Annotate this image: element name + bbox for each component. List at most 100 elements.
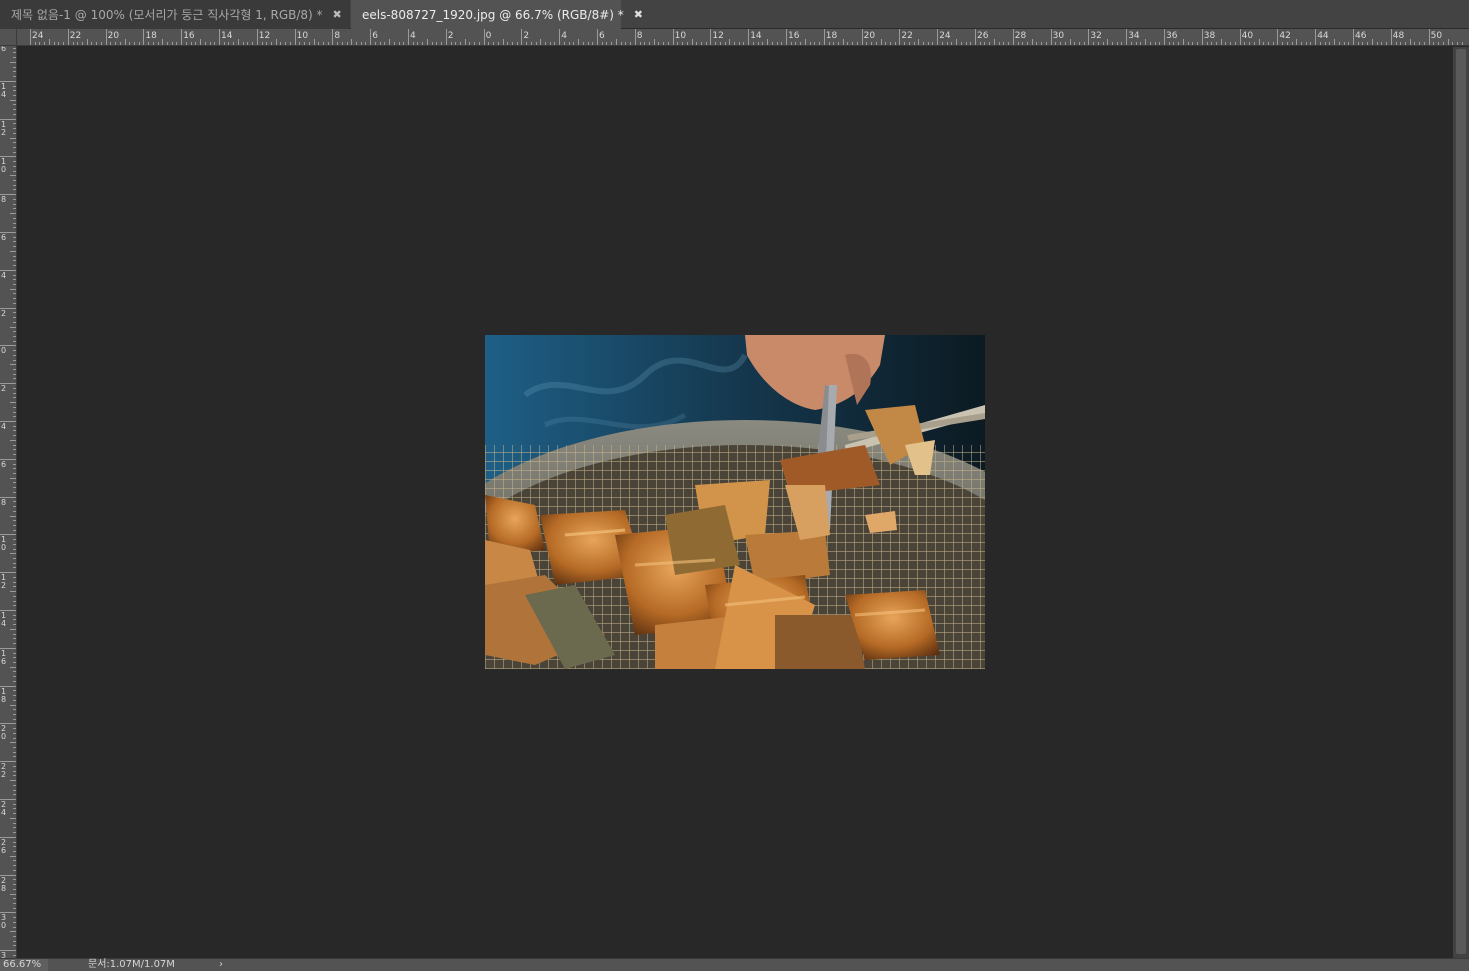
ruler-minor-tick	[115, 42, 117, 45]
close-icon[interactable]: ✖	[634, 8, 643, 21]
ruler-minor-tick	[138, 42, 140, 45]
ruler-minor-tick	[1083, 42, 1085, 45]
ruler-label: 38	[1203, 31, 1216, 41]
ruler-minor-tick	[10, 817, 16, 819]
zoom-level-field[interactable]: 66.67%	[0, 959, 48, 971]
ruler-label: 6	[1, 459, 7, 469]
ruler-minor-tick	[13, 907, 16, 909]
ruler-origin-corner[interactable]	[0, 29, 17, 46]
ruler-minor-tick	[119, 42, 121, 45]
photo-grilled-eel-icon	[485, 335, 985, 669]
document-image[interactable]	[485, 335, 985, 669]
vertical-ruler[interactable]: 6 14 12 10 8 6 4 2 0 2 4 6 8 10 12 14 16 18 20 22 24 26 28 30 3	[0, 46, 17, 958]
ruler-minor-tick	[13, 888, 16, 890]
ruler-tick	[634, 29, 636, 45]
ruler-minor-tick	[13, 170, 16, 172]
ruler-minor-tick	[13, 936, 16, 938]
ruler-minor-tick	[48, 39, 50, 45]
ruler-minor-tick	[1376, 42, 1378, 45]
ruler-minor-tick	[13, 775, 16, 777]
ruler-minor-tick	[450, 42, 452, 45]
ruler-minor-tick	[13, 47, 16, 49]
ruler-minor-tick	[582, 42, 584, 45]
ruler-tick	[219, 29, 220, 45]
ruler-label: 14	[1, 81, 7, 99]
ruler-minor-tick	[13, 605, 16, 607]
ruler-minor-tick	[280, 42, 282, 45]
ruler-minor-tick	[497, 42, 499, 45]
ruler-tick	[1126, 29, 1128, 45]
ruler-minor-tick	[77, 42, 79, 45]
ruler-minor-tick	[1130, 42, 1132, 45]
ruler-minor-tick	[13, 487, 16, 489]
ruler-minor-tick	[13, 728, 16, 730]
ruler-minor-tick	[762, 42, 764, 45]
ruler-minor-tick	[1442, 42, 1444, 45]
tab-eels-jpg[interactable]: eels-808727_1920.jpg @ 66.7% (RGB/8#) * …	[351, 0, 643, 29]
ruler-minor-tick	[13, 690, 16, 692]
ruler-minor-tick	[441, 42, 443, 45]
ruler-minor-tick	[1338, 42, 1340, 45]
ruler-label: 8	[636, 31, 643, 41]
ruler-label: 18	[825, 31, 838, 41]
ruler-minor-tick	[1173, 42, 1175, 45]
horizontal-ruler[interactable]: 24 22 20 18 16 14 12 10 8 6 4 2 0 2 4 6 8 10 12 14 16 18 20 22 2…	[17, 29, 1469, 46]
ruler-tick	[597, 29, 598, 45]
ruler-minor-tick	[951, 42, 953, 45]
ruler-minor-tick	[1102, 42, 1104, 45]
ruler-minor-tick	[13, 865, 16, 867]
ruler-minor-tick	[13, 283, 16, 285]
ruler-minor-tick	[13, 454, 16, 456]
ruler-minor-tick	[44, 42, 46, 45]
ruler-tick	[1353, 29, 1354, 45]
vertical-scrollbar[interactable]	[1453, 47, 1469, 958]
ruler-minor-tick	[13, 425, 16, 427]
ruler-minor-tick	[814, 42, 816, 45]
ruler-minor-tick	[1423, 42, 1425, 45]
ruler-minor-tick	[852, 42, 854, 45]
ruler-minor-tick	[13, 756, 16, 758]
ruler-minor-tick	[13, 586, 16, 588]
ruler-tick	[67, 29, 69, 45]
ruler-minor-tick	[422, 42, 424, 45]
ruler-minor-tick	[13, 180, 16, 182]
ruler-tick	[823, 29, 825, 45]
ruler-minor-tick	[700, 42, 702, 45]
ruler-minor-tick	[233, 42, 235, 45]
ruler-minor-tick	[13, 76, 16, 78]
ruler-minor-tick	[13, 732, 16, 734]
ruler-minor-tick	[13, 718, 16, 720]
ruler-minor-tick	[1400, 42, 1402, 45]
ruler-minor-tick	[1121, 42, 1123, 45]
ruler-minor-tick	[833, 42, 835, 45]
ruler-minor-tick	[1178, 42, 1180, 45]
ruler-minor-tick	[13, 123, 16, 125]
ruler-minor-tick	[10, 591, 16, 593]
ruler-minor-tick	[686, 42, 688, 45]
scrollbar-thumb[interactable]	[1456, 49, 1466, 954]
ruler-minor-tick	[488, 42, 490, 45]
ruler-minor-tick	[611, 42, 613, 45]
ruler-minor-tick	[365, 42, 367, 45]
ruler-minor-tick	[252, 42, 254, 45]
close-icon[interactable]: ✖	[333, 8, 342, 21]
ruler-tick	[710, 29, 712, 45]
ruler-minor-tick	[724, 42, 726, 45]
ruler-minor-tick	[1097, 42, 1099, 45]
ruler-minor-tick	[738, 42, 740, 45]
ruler-minor-tick	[474, 42, 476, 45]
ruler-tick	[181, 29, 183, 45]
status-menu-arrow-icon[interactable]: ›	[219, 959, 223, 971]
ruler-minor-tick	[285, 42, 287, 45]
ruler-minor-tick	[1145, 39, 1147, 45]
ruler-minor-tick	[270, 42, 272, 45]
ruler-minor-tick	[318, 42, 320, 45]
ruler-minor-tick	[214, 42, 216, 45]
ruler-tick	[748, 29, 750, 45]
tab-untitled-1[interactable]: 제목 없음-1 @ 100% (모서리가 둥근 직사각형 1, RGB/8) *…	[0, 0, 350, 29]
ruler-label: 36	[1166, 31, 1178, 41]
ruler-minor-tick	[13, 808, 16, 810]
ruler-minor-tick	[247, 42, 249, 45]
ruler-minor-tick	[469, 42, 471, 45]
ruler-minor-tick	[13, 265, 16, 267]
